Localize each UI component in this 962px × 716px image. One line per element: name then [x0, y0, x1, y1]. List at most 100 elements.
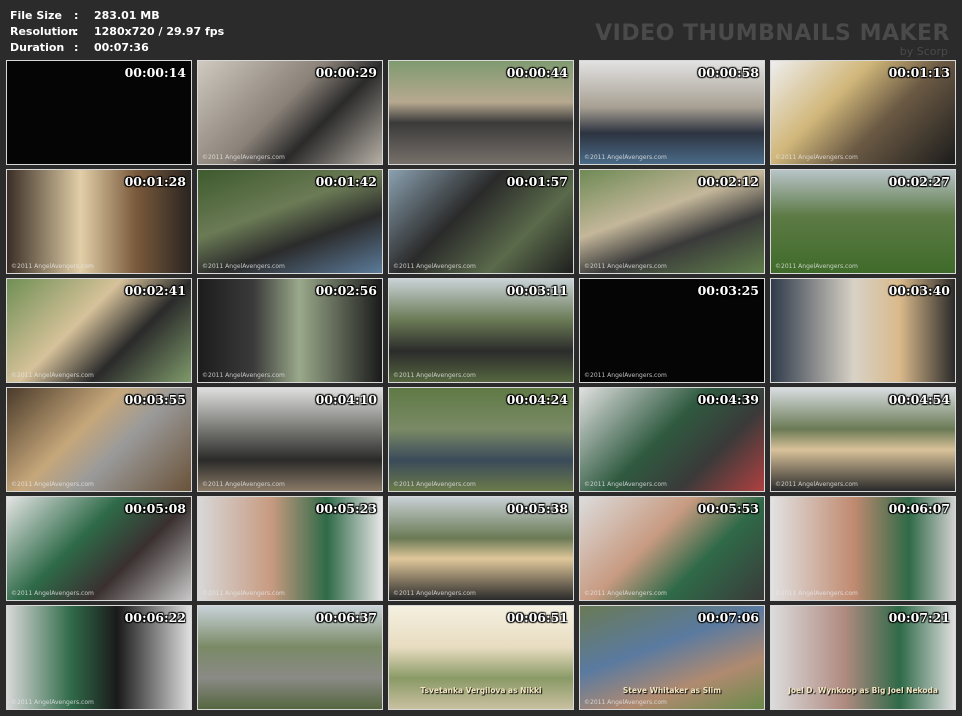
thumbnail-timestamp: 00:04:24	[506, 392, 568, 407]
thumbnail-timestamp: 00:05:08	[124, 501, 186, 516]
duration-row: Duration : 00:07:36	[10, 40, 224, 56]
file-size-label: File Size	[10, 9, 62, 22]
video-thumbnail: 00:01:28 ©2011 AngelAvengers.com	[6, 169, 192, 274]
video-thumbnail: 00:05:38 ©2011 AngelAvengers.com	[388, 496, 574, 601]
video-thumbnail: 00:06:07 ©2011 AngelAvengers.com	[770, 496, 956, 601]
video-thumbnail: 00:01:42 ©2011 AngelAvengers.com	[197, 169, 383, 274]
copyright-watermark: ©2011 AngelAvengers.com	[393, 372, 476, 379]
copyright-watermark: ©2011 AngelAvengers.com	[202, 372, 285, 379]
thumbnail-timestamp: 00:01:57	[506, 174, 568, 189]
separator: :	[74, 9, 79, 22]
video-thumbnail: 00:02:12 ©2011 AngelAvengers.com	[579, 169, 765, 274]
thumbnail-timestamp: 00:04:54	[888, 392, 950, 407]
thumbnail-timestamp: 00:05:53	[697, 501, 759, 516]
file-size-value: 283.01 MB	[94, 9, 160, 22]
thumbnail-grid: 00:00:14 00:00:29 ©2011 AngelAvengers.com 0…	[6, 60, 957, 712]
thumbnail-timestamp: 00:06:37	[315, 610, 377, 625]
copyright-watermark: ©2011 AngelAvengers.com	[393, 481, 476, 488]
video-thumbnail: 00:03:25 ©2011 AngelAvengers.com	[579, 278, 765, 383]
thumbnail-timestamp: 00:01:13	[888, 65, 950, 80]
copyright-watermark: ©2011 AngelAvengers.com	[11, 590, 94, 597]
thumbnail-timestamp: 00:03:11	[506, 283, 568, 298]
video-thumbnail: 00:03:11 ©2011 AngelAvengers.com	[388, 278, 574, 383]
video-thumbnail: 00:05:23 ©2011 AngelAvengers.com	[197, 496, 383, 601]
thumbnail-timestamp: 00:06:51	[506, 610, 568, 625]
copyright-watermark: ©2011 AngelAvengers.com	[393, 263, 476, 270]
video-thumbnail: 00:00:58 ©2011 AngelAvengers.com	[579, 60, 765, 165]
video-thumbnail: 00:04:24 ©2011 AngelAvengers.com	[388, 387, 574, 492]
video-thumbnail: 00:04:10 ©2011 AngelAvengers.com	[197, 387, 383, 492]
watermark: VIDEO THUMBNAILS MAKER by Scorp	[595, 22, 950, 58]
thumbnail-timestamp: 00:07:06	[697, 610, 759, 625]
copyright-watermark: ©2011 AngelAvengers.com	[584, 372, 667, 379]
separator: :	[74, 25, 79, 38]
thumbnail-timestamp: 00:04:39	[697, 392, 759, 407]
video-thumbnail: 00:02:41 ©2011 AngelAvengers.com	[6, 278, 192, 383]
copyright-watermark: ©2011 AngelAvengers.com	[584, 154, 667, 161]
watermark-title: VIDEO THUMBNAILS MAKER	[595, 21, 950, 46]
copyright-watermark: ©2011 AngelAvengers.com	[11, 481, 94, 488]
thumbnail-caption: Tsvetanka Vergilova as Nikki	[420, 686, 542, 695]
copyright-watermark: ©2011 AngelAvengers.com	[775, 590, 858, 597]
duration-value: 00:07:36	[94, 41, 149, 54]
duration-label: Duration	[10, 41, 65, 54]
resolution-value: 1280x720 / 29.97 fps	[94, 25, 225, 38]
video-thumbnail: 00:06:51 Tsvetanka Vergilova as Nikki	[388, 605, 574, 710]
video-thumbnail: 00:03:40	[770, 278, 956, 383]
copyright-watermark: ©2011 AngelAvengers.com	[775, 481, 858, 488]
watermark-byline: by Scorp	[899, 45, 948, 58]
copyright-watermark: ©2011 AngelAvengers.com	[584, 699, 667, 706]
thumbnail-timestamp: 00:02:41	[124, 283, 186, 298]
resolution-label: Resolution	[10, 25, 77, 38]
video-thumbnail: 00:00:44	[388, 60, 574, 165]
thumbnail-timestamp: 00:03:55	[124, 392, 186, 407]
copyright-watermark: ©2011 AngelAvengers.com	[584, 481, 667, 488]
thumbnail-timestamp: 00:03:40	[888, 283, 950, 298]
thumbnail-timestamp: 00:02:27	[888, 174, 950, 189]
video-thumbnail: 00:07:06 Steve Whitaker as Slim ©2011 Ange…	[579, 605, 765, 710]
copyright-watermark: ©2011 AngelAvengers.com	[584, 263, 667, 270]
thumbnail-timestamp: 00:06:07	[888, 501, 950, 516]
video-thumbnail: 00:02:27 ©2011 AngelAvengers.com	[770, 169, 956, 274]
thumbnail-timestamp: 00:02:12	[697, 174, 759, 189]
thumbnail-timestamp: 00:05:38	[506, 501, 568, 516]
video-thumbnail: 00:07:21 Joel D. Wynkoop as Big Joel Neko…	[770, 605, 956, 710]
copyright-watermark: ©2011 AngelAvengers.com	[775, 154, 858, 161]
video-thumbnail: 00:05:08 ©2011 AngelAvengers.com	[6, 496, 192, 601]
copyright-watermark: ©2011 AngelAvengers.com	[11, 372, 94, 379]
video-thumbnail: 00:04:39 ©2011 AngelAvengers.com	[579, 387, 765, 492]
thumbnail-timestamp: 00:00:14	[124, 65, 186, 80]
video-thumbnail: 00:05:53 ©2011 AngelAvengers.com	[579, 496, 765, 601]
video-thumbnail: 00:06:22 ©2011 AngelAvengers.com	[6, 605, 192, 710]
video-thumbnail: 00:03:55 ©2011 AngelAvengers.com	[6, 387, 192, 492]
thumbnail-timestamp: 00:01:42	[315, 174, 377, 189]
video-thumbnail: 00:06:37	[197, 605, 383, 710]
copyright-watermark: ©2011 AngelAvengers.com	[584, 590, 667, 597]
copyright-watermark: ©2011 AngelAvengers.com	[202, 263, 285, 270]
thumbnail-timestamp: 00:02:56	[315, 283, 377, 298]
video-thumbnail: 00:00:14	[6, 60, 192, 165]
file-info-panel: File Size : 283.01 MB Resolution : 1280x…	[10, 8, 224, 56]
separator: :	[74, 41, 79, 54]
file-size-row: File Size : 283.01 MB	[10, 8, 224, 24]
thumbnail-timestamp: 00:00:29	[315, 65, 377, 80]
video-thumbnail: 00:02:56 ©2011 AngelAvengers.com	[197, 278, 383, 383]
thumbnail-timestamp: 00:04:10	[315, 392, 377, 407]
resolution-row: Resolution : 1280x720 / 29.97 fps	[10, 24, 224, 40]
thumbnail-timestamp: 00:03:25	[697, 283, 759, 298]
copyright-watermark: ©2011 AngelAvengers.com	[202, 154, 285, 161]
copyright-watermark: ©2011 AngelAvengers.com	[202, 590, 285, 597]
thumbnail-timestamp: 00:06:22	[124, 610, 186, 625]
thumbnail-timestamp: 00:05:23	[315, 501, 377, 516]
copyright-watermark: ©2011 AngelAvengers.com	[202, 481, 285, 488]
thumbnail-caption: Joel D. Wynkoop as Big Joel Nekoda	[788, 686, 938, 695]
video-thumbnail: 00:01:13 ©2011 AngelAvengers.com	[770, 60, 956, 165]
thumbnail-timestamp: 00:01:28	[124, 174, 186, 189]
video-thumbnail: 00:00:29 ©2011 AngelAvengers.com	[197, 60, 383, 165]
video-thumbnail: 00:04:54 ©2011 AngelAvengers.com	[770, 387, 956, 492]
copyright-watermark: ©2011 AngelAvengers.com	[11, 263, 94, 270]
thumbnail-caption: Steve Whitaker as Slim	[622, 686, 722, 695]
thumbnail-timestamp: 00:07:21	[888, 610, 950, 625]
copyright-watermark: ©2011 AngelAvengers.com	[393, 590, 476, 597]
copyright-watermark: ©2011 AngelAvengers.com	[775, 263, 858, 270]
